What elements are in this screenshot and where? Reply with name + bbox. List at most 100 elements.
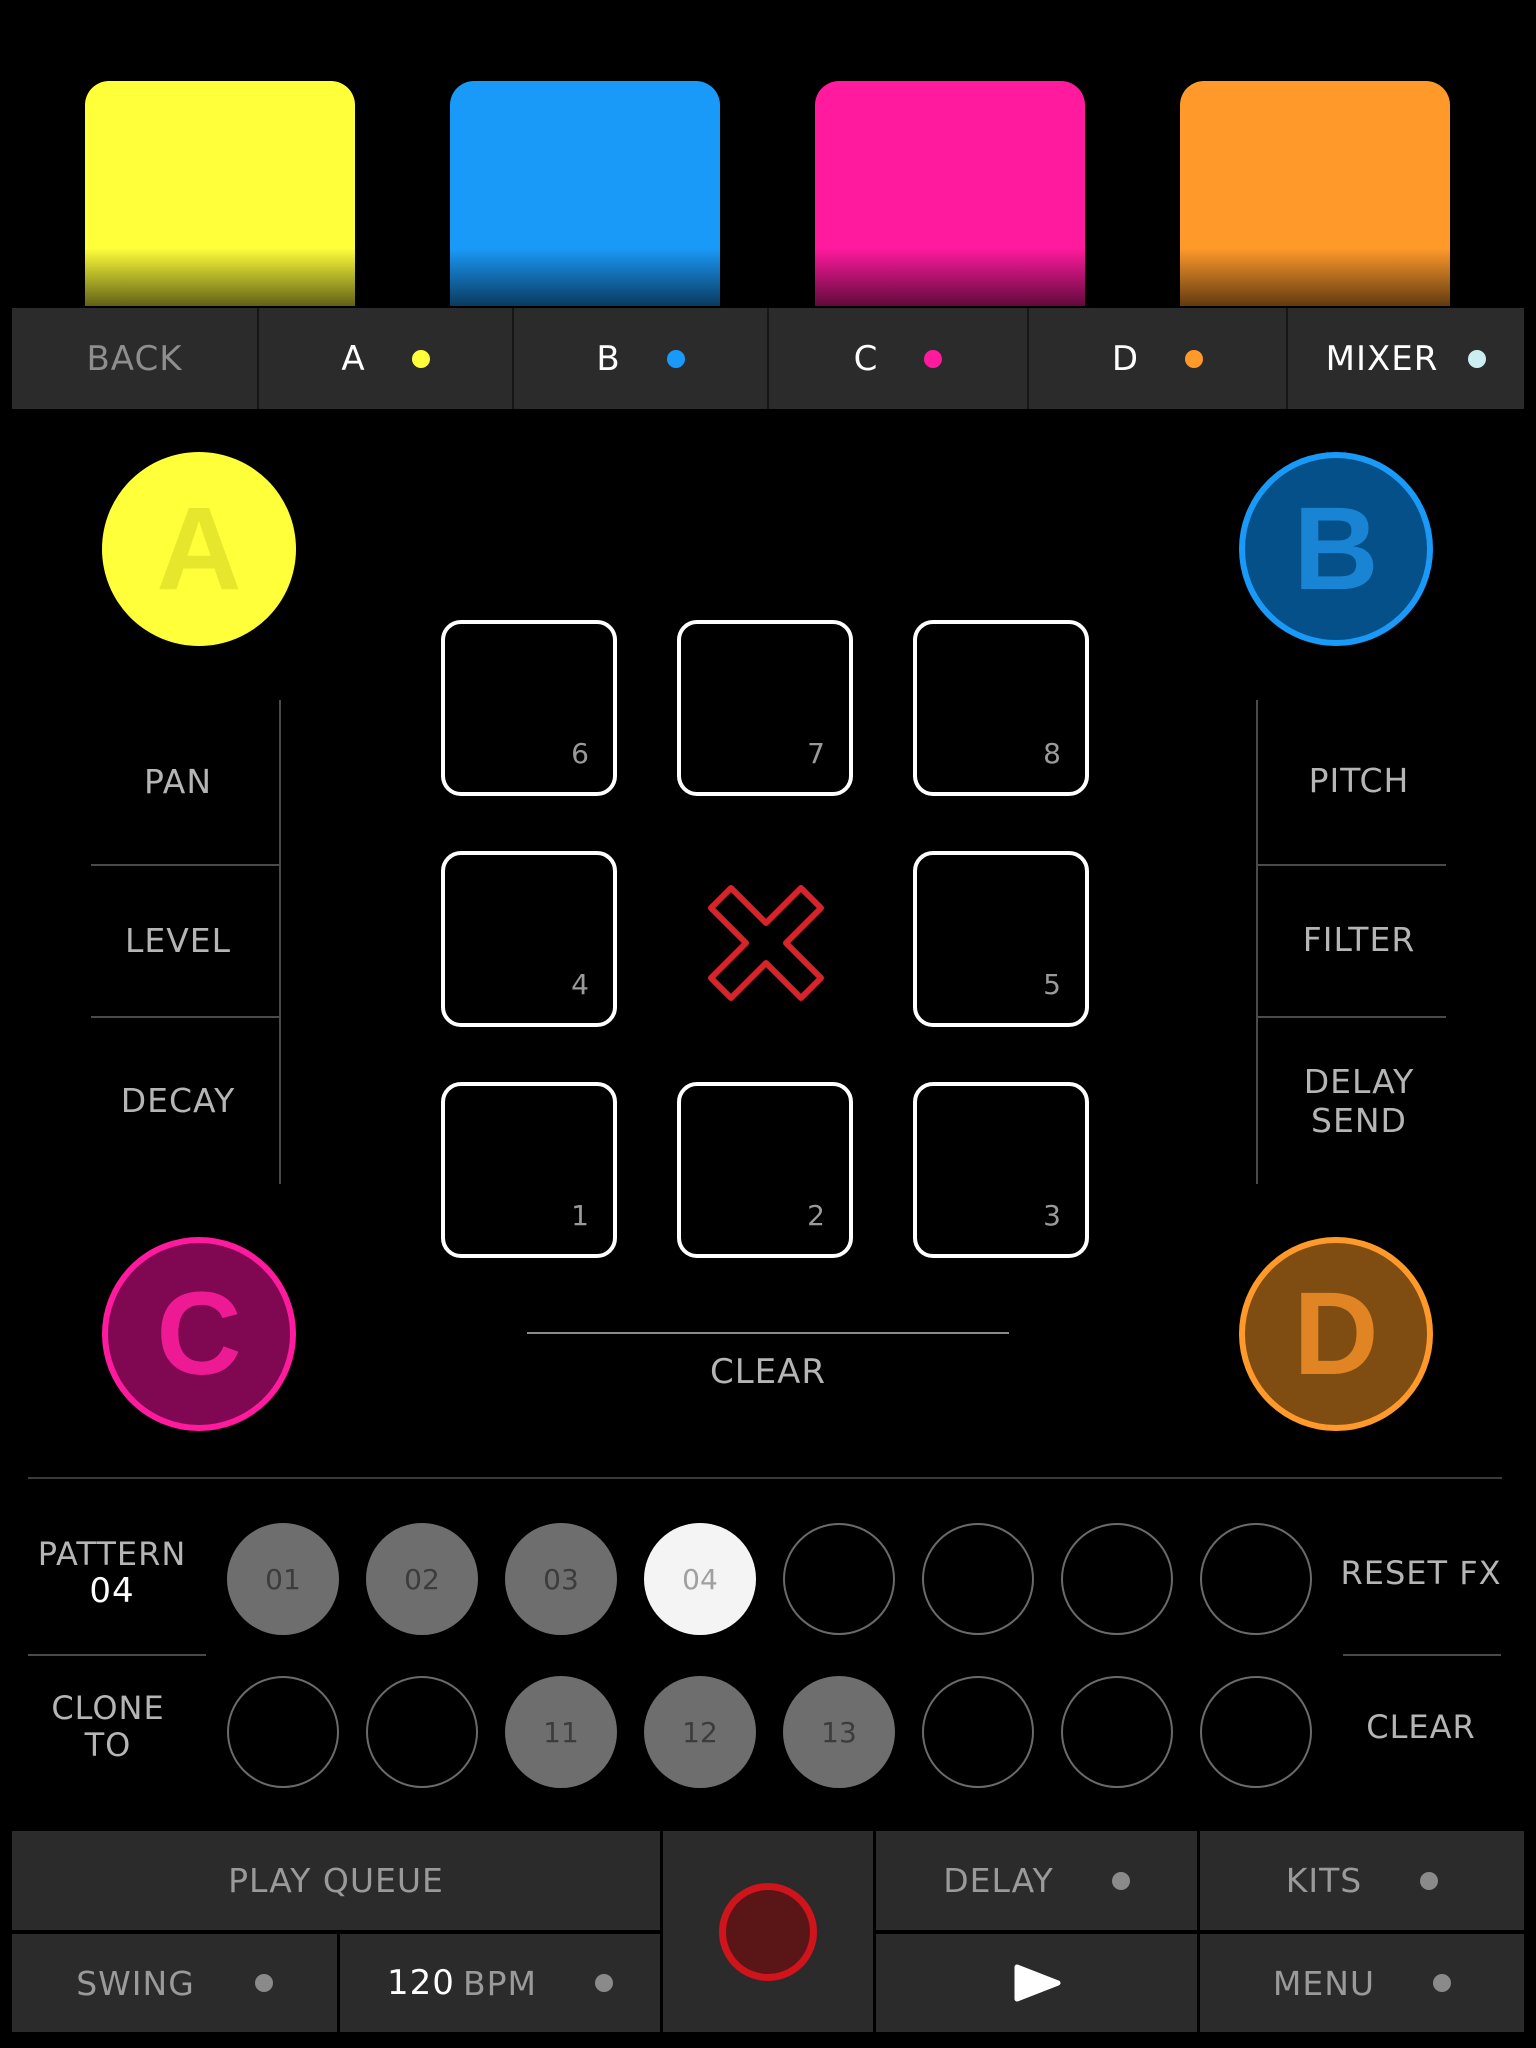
tab-mixer[interactable]: MIXER: [1288, 308, 1524, 409]
grid-pad-3-number: 3: [1043, 1199, 1061, 1232]
pattern-slot-8[interactable]: [1200, 1523, 1312, 1635]
filter-param-button[interactable]: FILTER: [1269, 920, 1449, 959]
record-button[interactable]: [663, 1831, 873, 2032]
reset-fx-button[interactable]: RESET FX: [1336, 1555, 1506, 1592]
tab-d-label: D: [1111, 338, 1140, 379]
pattern-slot-11[interactable]: 11: [505, 1676, 617, 1788]
pattern-current: 04: [89, 1571, 135, 1611]
tab-a-label: A: [341, 338, 366, 379]
pad-c[interactable]: [815, 81, 1085, 306]
pattern-slot-9[interactable]: [227, 1676, 339, 1788]
play-icon: [1014, 1964, 1060, 2002]
voice-b-letter: B: [1293, 483, 1379, 615]
right-param-separator-2: [1256, 1016, 1446, 1018]
delay-send-param-button[interactable]: DELAY SEND: [1269, 1062, 1449, 1140]
voice-b-button[interactable]: B: [1239, 452, 1433, 646]
clone-to-button[interactable]: CLONE TO: [22, 1690, 194, 1764]
bpm-button[interactable]: 120 BPM: [340, 1934, 660, 2032]
voice-a-letter: A: [156, 483, 242, 615]
grid-pad-6-number: 6: [571, 737, 589, 770]
voice-a-button[interactable]: A: [102, 452, 296, 646]
swing-label: SWING: [76, 1963, 195, 2003]
grid-pad-7-number: 7: [807, 737, 825, 770]
grid-pad-4-number: 4: [571, 968, 589, 1001]
tab-c-dot-icon: [924, 349, 943, 368]
pattern-slot-2[interactable]: 02: [366, 1523, 478, 1635]
pattern-slot-7[interactable]: [1061, 1523, 1173, 1635]
decay-param-button[interactable]: DECAY: [88, 1081, 268, 1120]
delay-button[interactable]: DELAY: [876, 1831, 1197, 1930]
grid-clear-divider: [527, 1332, 1009, 1334]
kits-button[interactable]: KITS: [1200, 1831, 1524, 1930]
pad-b[interactable]: [450, 81, 720, 306]
level-param-button[interactable]: LEVEL: [88, 921, 268, 960]
swing-status-dot-icon: [254, 1974, 273, 1992]
pad-d[interactable]: [1180, 81, 1450, 306]
play-queue-label: PLAY QUEUE: [228, 1861, 444, 1900]
pattern-slot-15[interactable]: [1061, 1676, 1173, 1788]
pad-a[interactable]: [85, 81, 355, 306]
grid-pad-8[interactable]: 8: [913, 620, 1089, 796]
tab-b-dot-icon: [666, 349, 685, 368]
grid-pad-1-number: 1: [571, 1199, 589, 1232]
grid-pad-5-number: 5: [1043, 968, 1061, 1001]
delay-status-dot-icon: [1111, 1871, 1130, 1890]
delay-send-line-2: SEND: [1311, 1101, 1407, 1140]
clear-x-icon[interactable]: [707, 884, 825, 1002]
voice-c-letter: C: [156, 1268, 242, 1400]
bpm-value: 120: [387, 1963, 455, 2003]
menu-label: MENU: [1272, 1963, 1376, 2003]
tab-d[interactable]: D: [1029, 308, 1288, 409]
bpm-status-dot-icon: [594, 1974, 613, 1992]
grid-clear-button[interactable]: CLEAR: [618, 1352, 918, 1392]
pattern-slot-13[interactable]: 13: [783, 1676, 895, 1788]
tab-bar: BACK A B C D MIXER: [12, 308, 1524, 409]
grid-pad-6[interactable]: 6: [441, 620, 617, 796]
swing-button[interactable]: SWING: [12, 1934, 337, 2032]
menu-button[interactable]: MENU: [1200, 1934, 1524, 2032]
play-button[interactable]: [876, 1934, 1197, 2032]
kits-status-dot-icon: [1420, 1871, 1439, 1890]
grid-pad-3[interactable]: 3: [913, 1082, 1089, 1258]
pattern-separator: [28, 1654, 206, 1656]
left-param-divider: [279, 700, 281, 1184]
tab-back-label: BACK: [86, 338, 183, 379]
bpm-unit: BPM: [462, 1963, 537, 2003]
pattern-slot-10[interactable]: [366, 1676, 478, 1788]
pattern-slot-4[interactable]: 04: [644, 1523, 756, 1635]
tab-c-label: C: [853, 338, 879, 379]
pan-param-button[interactable]: PAN: [88, 762, 268, 801]
grid-pad-1[interactable]: 1: [441, 1082, 617, 1258]
tab-back[interactable]: BACK: [12, 308, 259, 409]
pattern-slot-12[interactable]: 12: [644, 1676, 756, 1788]
grid-pad-2-number: 2: [807, 1199, 825, 1232]
pattern-slot-3[interactable]: 03: [505, 1523, 617, 1635]
tab-a[interactable]: A: [259, 308, 514, 409]
pitch-param-button[interactable]: PITCH: [1269, 761, 1449, 800]
voice-c-button[interactable]: C: [102, 1237, 296, 1431]
tab-mixer-label: MIXER: [1325, 338, 1439, 379]
left-param-separator-2: [91, 1016, 279, 1018]
clone-to-line-2: TO: [84, 1726, 132, 1764]
pattern-slot-1[interactable]: 01: [227, 1523, 339, 1635]
delay-send-line-1: DELAY: [1303, 1062, 1415, 1101]
grid-pad-2[interactable]: 2: [677, 1082, 853, 1258]
menu-status-dot-icon: [1433, 1974, 1452, 1992]
grid-pad-4[interactable]: 4: [441, 851, 617, 1027]
pattern-slot-6[interactable]: [922, 1523, 1034, 1635]
grid-pad-7[interactable]: 7: [677, 620, 853, 796]
tab-b[interactable]: B: [514, 308, 769, 409]
voice-d-letter: D: [1293, 1268, 1379, 1400]
play-queue-button[interactable]: PLAY QUEUE: [12, 1831, 660, 1930]
pattern-label: PATTERN: [37, 1535, 187, 1573]
pattern-slot-16[interactable]: [1200, 1676, 1312, 1788]
voice-d-button[interactable]: D: [1239, 1237, 1433, 1431]
delay-label: DELAY: [943, 1861, 1054, 1900]
pattern-slot-5[interactable]: [783, 1523, 895, 1635]
kits-label: KITS: [1285, 1861, 1363, 1900]
tab-mixer-dot-icon: [1468, 349, 1487, 368]
pattern-clear-button[interactable]: CLEAR: [1336, 1709, 1506, 1746]
tab-c[interactable]: C: [769, 308, 1029, 409]
grid-pad-5[interactable]: 5: [913, 851, 1089, 1027]
pattern-slot-14[interactable]: [922, 1676, 1034, 1788]
